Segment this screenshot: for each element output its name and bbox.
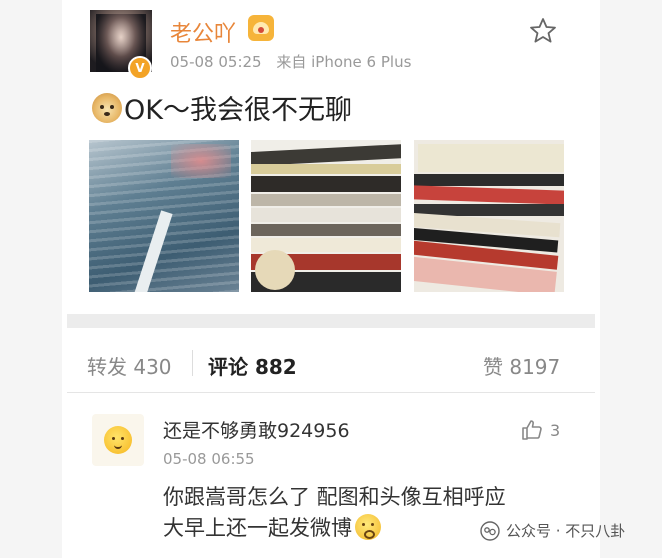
- post-text-content: OK～我会很不无聊: [124, 95, 352, 126]
- verified-badge-icon: V: [128, 56, 152, 80]
- comment-line-2: 大早上还一起发微博: [163, 516, 352, 540]
- post-meta: 05-08 05:25 来自 iPhone 6 Plus: [170, 51, 411, 72]
- like-label: 赞: [483, 355, 503, 379]
- thumbs-up-icon: [522, 420, 542, 440]
- comment-tab[interactable]: 评论 882: [208, 351, 297, 380]
- comment-line-1: 你跟嵩哥怎么了 配图和头像互相呼应: [163, 485, 506, 509]
- comment-label: 评论: [208, 355, 248, 379]
- comments-divider: [67, 392, 595, 393]
- commenter-username[interactable]: 还是不够勇敢924956: [163, 416, 350, 443]
- member-badge-icon: [248, 15, 274, 41]
- post-photo-2[interactable]: [251, 140, 401, 292]
- repost-button[interactable]: 转发 430: [87, 351, 172, 380]
- weibo-post-card: V 老公吖 05-08 05:25 来自 iPhone 6 Plus OK～我会…: [62, 0, 600, 558]
- watermark-text: 公众号 · 不只八卦: [506, 522, 626, 540]
- wechat-official-account-icon: [480, 520, 500, 541]
- like-total-count: 8197: [509, 355, 561, 379]
- post-timestamp: 05-08 05:25: [170, 53, 262, 71]
- wechat-watermark: 公众号 · 不只八卦: [480, 520, 625, 541]
- poster-username[interactable]: 老公吖: [170, 16, 236, 48]
- favorite-star-icon[interactable]: [528, 16, 558, 46]
- comment-time: 05-08 06:55: [163, 450, 255, 468]
- post-text: OK～我会很不无聊: [92, 88, 352, 127]
- post-photo-3[interactable]: [414, 140, 564, 292]
- post-photo-1[interactable]: [89, 140, 239, 292]
- section-divider: [67, 314, 595, 328]
- post-source: 来自 iPhone 6 Plus: [276, 53, 412, 71]
- comment-like-button[interactable]: 3: [520, 418, 560, 442]
- doge-emoji-icon: [92, 92, 122, 123]
- repost-count: 430: [133, 355, 172, 379]
- like-tab[interactable]: 赞 8197: [483, 351, 560, 380]
- comment-like-count: 3: [550, 420, 561, 440]
- commenter-avatar[interactable]: [92, 414, 144, 466]
- sun-face-icon: [104, 426, 132, 454]
- repost-label: 转发: [87, 355, 127, 379]
- comment-count: 882: [254, 355, 297, 379]
- smile-emoji-icon: [355, 514, 381, 540]
- action-divider: [192, 350, 193, 376]
